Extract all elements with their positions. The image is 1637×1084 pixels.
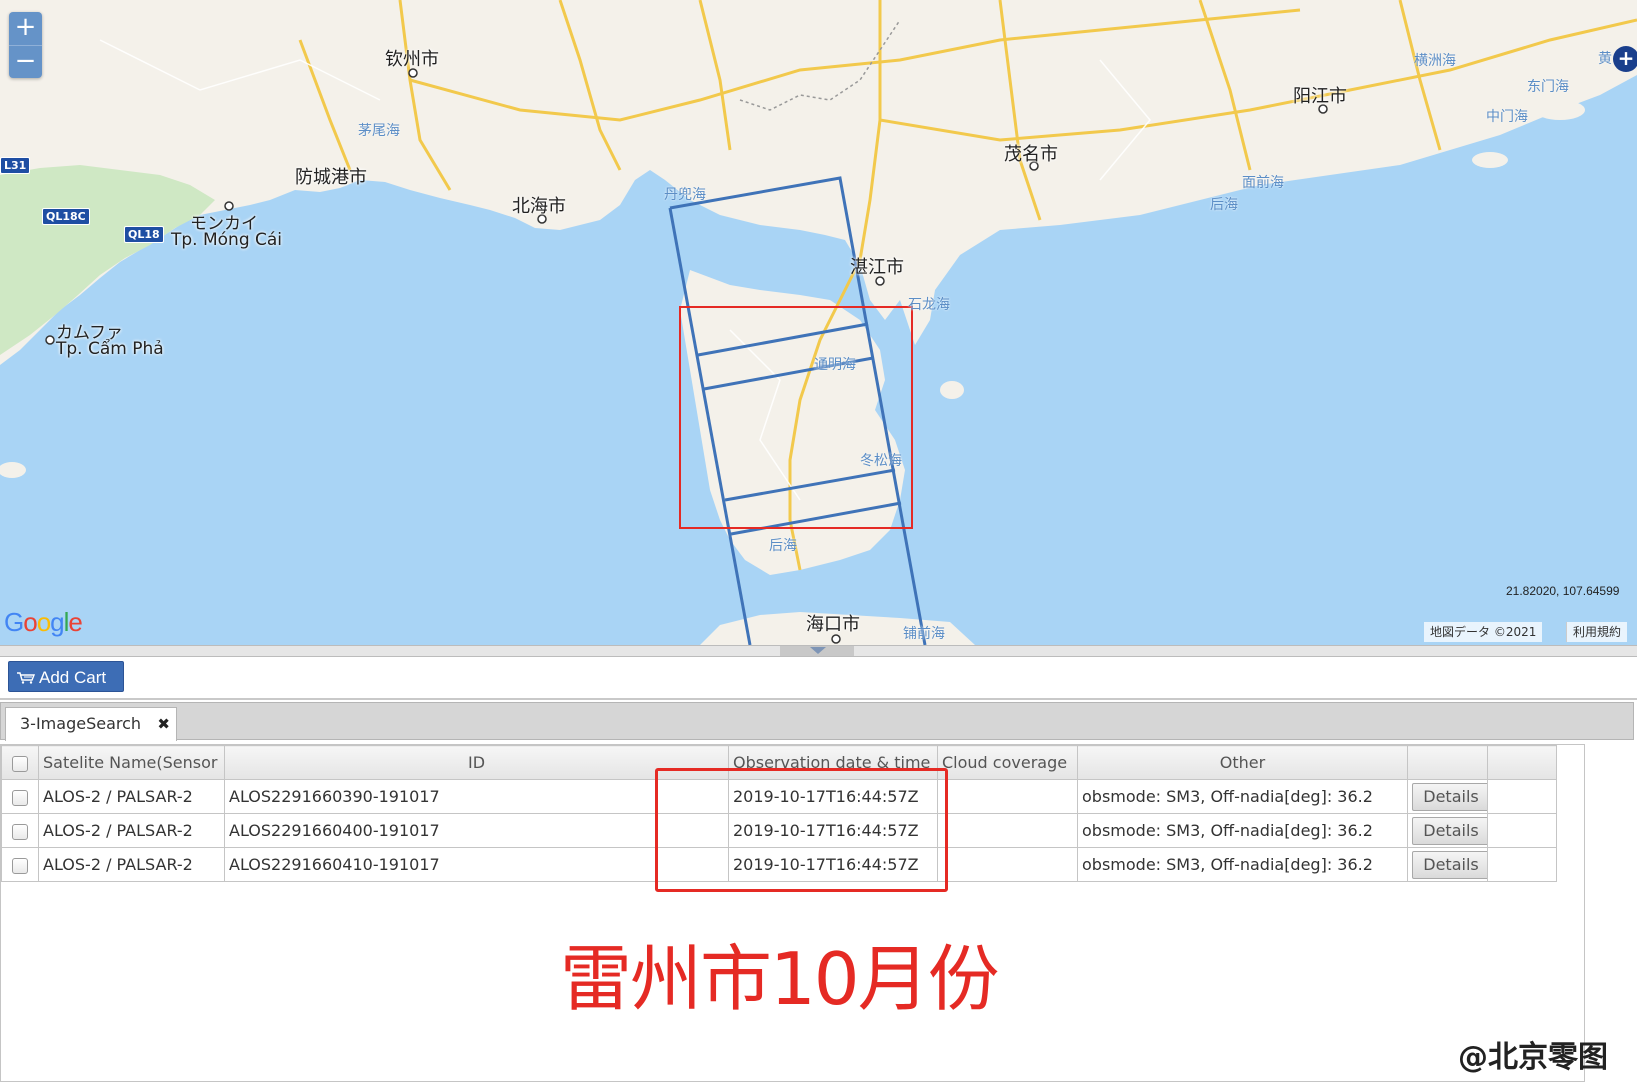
tab-label: 3-ImageSearch <box>20 714 142 733</box>
tab-bar: 3-ImageSearch ✖ <box>0 702 1634 741</box>
sea-label: 茅尾海 <box>358 123 400 139</box>
island <box>940 381 964 399</box>
add-cart-label: Add Cart <box>39 668 107 687</box>
cell-extra <box>1487 779 1557 814</box>
column-header-cloud[interactable]: Cloud coverage <box>937 745 1078 780</box>
cell-other: obsmode: SM3, Off-nadia[deg]: 36.2 <box>1077 779 1408 814</box>
city-label: 防城港市 <box>295 167 367 188</box>
sea-label: 面前海 <box>1242 175 1284 191</box>
toolbar-separator <box>0 698 1637 700</box>
annotation-caption: 雷州市10月份 <box>560 937 1000 1021</box>
sea-label: 横洲海 <box>1414 53 1456 69</box>
city-label: 阳江市 <box>1293 86 1347 107</box>
road-badge-ql18: QL18 <box>124 226 164 243</box>
row-checkbox[interactable] <box>12 823 28 840</box>
column-header-extra <box>1487 745 1557 780</box>
place-label: Tp. Cẩm Phả <box>56 339 164 359</box>
sea-label: 铺前海 <box>903 626 945 642</box>
island <box>1535 100 1585 120</box>
cell-other: obsmode: SM3, Off-nadia[deg]: 36.2 <box>1077 847 1408 882</box>
sea-label: 中门海 <box>1486 109 1528 125</box>
sea-label: 通明海 <box>814 357 856 373</box>
select-all-cell <box>1 745 39 780</box>
island <box>0 462 26 478</box>
sea-label: 后海 <box>769 538 797 554</box>
row-checkbox[interactable] <box>12 857 28 874</box>
column-header-id[interactable]: ID <box>224 745 729 780</box>
cell-details: Details <box>1407 813 1488 848</box>
cell-cloud <box>937 813 1078 848</box>
cell-extra <box>1487 813 1557 848</box>
cart-icon <box>17 672 35 684</box>
add-cart-button[interactable]: Add Cart <box>8 661 124 692</box>
place-label: Tp. Móng Cái <box>171 230 283 250</box>
map-canvas[interactable] <box>0 0 1637 645</box>
cell-cloud <box>937 779 1078 814</box>
map-view[interactable]: + − + L31 QL18C QL18 钦州市 防城港市 北海市 湛江市 茂名… <box>0 0 1637 645</box>
watermark: @北京零图 <box>1458 1040 1608 1075</box>
road-badge-l31: L31 <box>0 157 31 174</box>
cell-id: ALOS2291660390-191017 <box>224 779 729 814</box>
sea-label: 东门海 <box>1527 79 1569 95</box>
row-select-cell <box>1 813 39 848</box>
tab-imagesearch[interactable]: 3-ImageSearch ✖ <box>5 707 177 741</box>
cursor-coordinates: 21.82020, 107.64599 <box>1506 584 1620 598</box>
zoom-control: + − <box>9 12 42 78</box>
terms-link[interactable]: 利用規約 <box>1566 622 1628 642</box>
cell-id: ALOS2291660400-191017 <box>224 813 729 848</box>
date-highlight-box <box>655 768 948 892</box>
google-logo: Google <box>4 607 83 637</box>
cell-details: Details <box>1407 847 1488 882</box>
column-header-satellite[interactable]: Satelite Name(Sensor I <box>38 745 225 780</box>
select-all-checkbox[interactable] <box>12 755 28 772</box>
sea-label: 丹兜海 <box>664 187 706 203</box>
zoom-out-button[interactable]: − <box>9 46 42 79</box>
row-select-cell <box>1 847 39 882</box>
cell-extra <box>1487 847 1557 882</box>
cell-other: obsmode: SM3, Off-nadia[deg]: 36.2 <box>1077 813 1408 848</box>
cell-satellite: ALOS-2 / PALSAR-2 <box>38 813 225 848</box>
column-header-other[interactable]: Other <box>1077 745 1408 780</box>
cell-cloud <box>937 847 1078 882</box>
cell-satellite: ALOS-2 / PALSAR-2 <box>38 779 225 814</box>
sea-label: 后海 <box>1210 197 1238 213</box>
row-checkbox[interactable] <box>12 789 28 806</box>
city-label: 湛江市 <box>850 257 904 278</box>
details-button[interactable]: Details <box>1412 816 1487 845</box>
details-button[interactable]: Details <box>1412 850 1487 879</box>
map-attribution: 地図データ ©2021 <box>1424 622 1543 642</box>
column-header-actions <box>1407 745 1488 780</box>
details-button[interactable]: Details <box>1412 782 1487 811</box>
row-select-cell <box>1 779 39 814</box>
sea-label: 冬松海 <box>860 453 902 469</box>
cell-satellite: ALOS-2 / PALSAR-2 <box>38 847 225 882</box>
cell-details: Details <box>1407 779 1488 814</box>
panel-splitter[interactable] <box>0 645 1637 657</box>
close-icon[interactable]: ✖ <box>157 708 170 740</box>
fullscreen-plus-icon[interactable]: + <box>1613 46 1637 72</box>
collapse-arrow-icon[interactable] <box>780 646 854 656</box>
island <box>1472 152 1508 168</box>
cell-id: ALOS2291660410-191017 <box>224 847 729 882</box>
sea-label: 石龙海 <box>908 297 950 313</box>
zoom-in-button[interactable]: + <box>9 12 42 46</box>
sea-label: 黄 <box>1598 51 1612 67</box>
city-label: 钦州市 <box>385 49 439 70</box>
city-label: 北海市 <box>512 196 566 217</box>
city-label: 海口市 <box>806 614 860 635</box>
road-badge-ql18c: QL18C <box>42 208 90 225</box>
city-label: 茂名市 <box>1004 144 1058 165</box>
